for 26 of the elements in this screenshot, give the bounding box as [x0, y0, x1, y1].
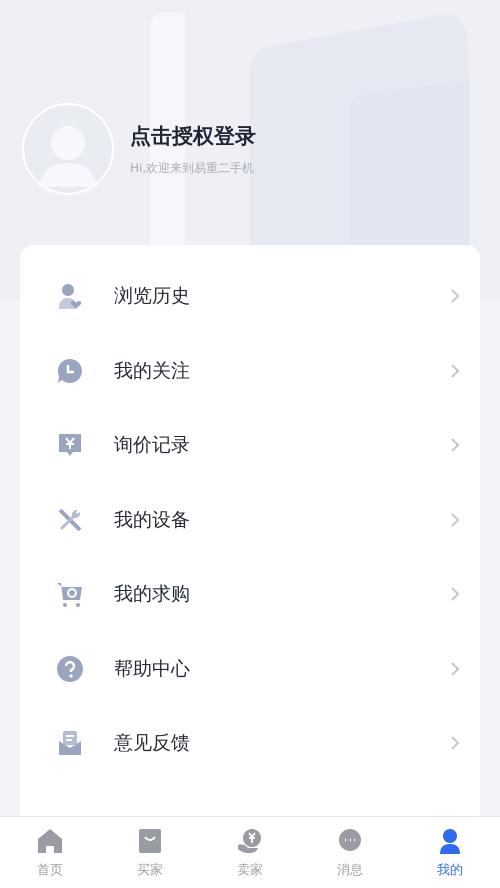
person-heart-icon [56, 282, 84, 310]
menu-item[interactable]: 浏览历史 [20, 259, 480, 334]
chevron-icon [450, 512, 460, 528]
welcome-text: Hi,欢迎来到易重二手机 [130, 160, 256, 176]
bag-icon [136, 826, 164, 854]
menu-item[interactable]: 我的关注 [20, 334, 480, 408]
menu-item[interactable]: 我的求购 [20, 557, 480, 632]
home-icon [36, 826, 64, 854]
wrench-screwdriver-icon [56, 506, 84, 534]
chevron-icon [450, 362, 460, 379]
chevron-icon [450, 437, 460, 454]
menu-item[interactable]: 询价记录 [20, 408, 480, 482]
menu-item[interactable]: 意见反馈 [20, 706, 480, 780]
tab[interactable]: 我的 [400, 817, 500, 888]
clock-bubble-icon [56, 356, 84, 385]
cart-search-icon [56, 580, 84, 608]
menu-item[interactable]: 帮助中心 [20, 632, 480, 706]
question-icon [56, 654, 84, 683]
chevron-icon [450, 660, 460, 677]
chevron-icon [450, 288, 460, 304]
coin-hand-icon [236, 826, 264, 854]
menu-item[interactable]: 我的设备 [20, 482, 480, 557]
chevron-icon [450, 735, 460, 752]
chevron-icon [450, 586, 460, 602]
login-title[interactable]: 点击授权登录 [130, 122, 256, 150]
envelope-note-icon [56, 729, 84, 758]
